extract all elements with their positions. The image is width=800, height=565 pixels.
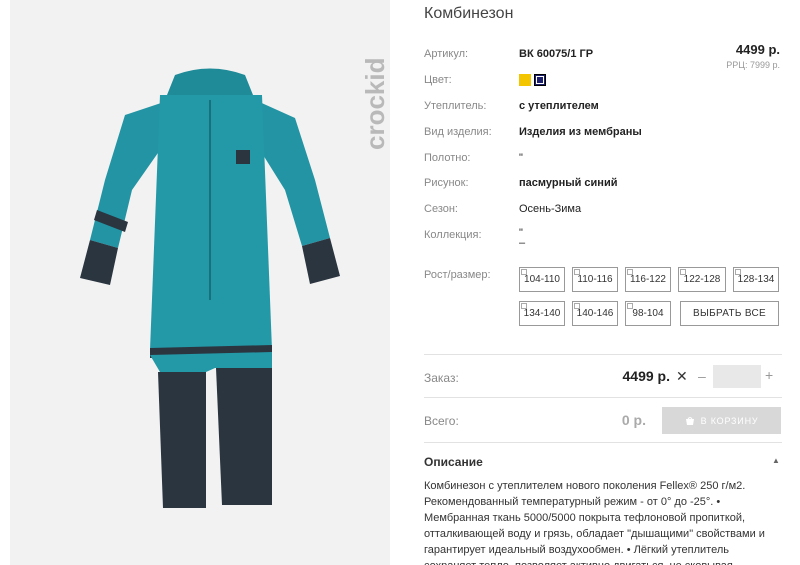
size-checkbox-icon	[574, 269, 580, 275]
recommended-price: РРЦ: 7999 р.	[726, 60, 780, 70]
cart-icon	[685, 416, 694, 425]
color-label: Цвет:	[424, 74, 452, 86]
divider	[424, 354, 782, 355]
collapse-caret-icon[interactable]: ▲	[772, 456, 780, 465]
season-label: Сезон:	[424, 203, 458, 215]
size-checkbox-icon	[680, 269, 686, 275]
type-value: Изделия из мембраны	[519, 126, 642, 138]
multiply-icon: ✕	[676, 368, 688, 384]
size-option[interactable]: 110-116	[572, 267, 618, 292]
size-option[interactable]: 128-134	[733, 267, 779, 292]
select-all-button[interactable]: ВЫБРАТЬ ВСЕ	[680, 301, 779, 326]
size-checkbox-icon	[627, 269, 633, 275]
fabric-value: "	[519, 152, 523, 164]
page-title: Комбинезон	[424, 5, 514, 22]
pattern-value: пасмурный синий	[519, 177, 618, 189]
add-to-cart-button[interactable]: В КОРЗИНУ	[662, 407, 781, 434]
description-title[interactable]: Описание	[424, 455, 483, 469]
add-to-cart-label: В КОРЗИНУ	[700, 415, 759, 426]
article-value: ВК 60075/1 ГР	[519, 48, 594, 60]
size-checkbox-icon	[735, 269, 741, 275]
size-option[interactable]: 116-122	[625, 267, 671, 292]
size-option[interactable]: 104-110	[519, 267, 565, 292]
color-swatch-yellow[interactable]	[519, 74, 531, 86]
size-option[interactable]: 134-140	[519, 301, 565, 326]
size-checkbox-icon	[521, 303, 527, 309]
insulation-label: Утеплитель:	[424, 100, 487, 112]
product-image[interactable]: crockid	[10, 0, 390, 565]
brand-logo: crockid	[360, 58, 390, 151]
product-price: 4499 р.	[735, 42, 780, 57]
quantity-input[interactable]	[713, 365, 761, 388]
decrement-button[interactable]: –	[698, 368, 706, 384]
fabric-label: Полотно:	[424, 152, 471, 164]
season-value: Осень-Зима	[519, 203, 582, 215]
order-label: Заказ:	[424, 371, 459, 385]
increment-button[interactable]: +	[765, 367, 773, 383]
pattern-label: Рисунок:	[424, 177, 469, 189]
snowsuit-illustration	[80, 68, 340, 508]
divider	[424, 397, 782, 398]
size-label: Рост/размер:	[424, 269, 491, 281]
size-checkbox-icon	[574, 303, 580, 309]
size-checkbox-icon	[521, 269, 527, 275]
size-option[interactable]: 122-128	[678, 267, 726, 292]
collection-label: Коллекция:	[424, 229, 482, 241]
size-checkbox-icon	[627, 303, 633, 309]
divider	[424, 442, 782, 443]
article-label: Артикул:	[424, 48, 469, 60]
size-option[interactable]: 140-146	[572, 301, 618, 326]
order-price: 4499 р.	[622, 368, 670, 384]
collection-value-dash: –	[519, 237, 526, 249]
color-swatch-navy[interactable]	[534, 74, 546, 86]
svg-text:crockid: crockid	[360, 58, 390, 151]
description-text: Комбинезон с утеплителем нового поколени…	[424, 480, 765, 565]
total-label: Всего:	[424, 414, 459, 428]
size-option[interactable]: 98-104	[625, 301, 671, 326]
insulation-value: с утеплителем	[519, 100, 599, 112]
total-value: 0 р.	[621, 412, 646, 428]
type-label: Вид изделия:	[424, 126, 492, 138]
